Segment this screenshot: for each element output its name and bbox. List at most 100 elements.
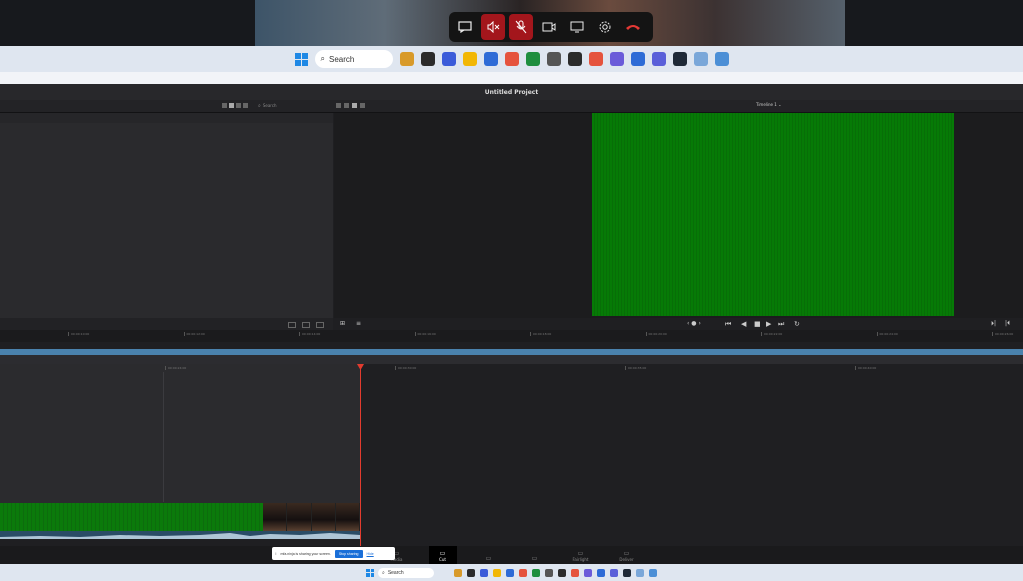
playhead-line[interactable] [360, 364, 361, 546]
taskbar-app-icon[interactable] [462, 52, 477, 66]
list-toggle-icon[interactable]: ≡ [356, 320, 361, 327]
page-tab-cut[interactable]: ▭ Cut [428, 546, 457, 564]
taskbar-app-icon[interactable] [714, 52, 729, 66]
taskbar-app-icon[interactable] [480, 568, 488, 577]
ruler-timecode: 00:00:35:00 [625, 366, 646, 370]
taskbar-search-box[interactable]: ⌕ Search [314, 50, 393, 68]
audio-waveform-track[interactable] [0, 531, 360, 539]
timeline-empty-area[interactable] [360, 364, 1023, 546]
page-tab-fairlight[interactable]: ▭ Fairlight [567, 546, 595, 564]
taskbar-app-icon[interactable] [467, 568, 475, 577]
media-pool-controls [0, 318, 333, 330]
camera-icon[interactable] [537, 14, 561, 40]
hide-link[interactable]: Hide [367, 552, 374, 556]
video-clip-green[interactable] [0, 503, 263, 531]
taskbar-app-icon[interactable] [567, 52, 582, 66]
page-tab-page2[interactable]: ▭ [475, 546, 503, 564]
strip-view-icon[interactable] [236, 103, 241, 108]
taskbar-search-label: Search [328, 54, 355, 64]
viewer-mode-icon[interactable] [352, 103, 357, 108]
panel-toggle-icon[interactable] [302, 322, 310, 328]
go-to-end-icon[interactable]: ⏭ [778, 320, 784, 329]
transport-controls: ⊞ ≡ ‹ ● › ⏮ ◀ ■ ▶ ⏭ ↻ ⏵| |⏴ [334, 318, 1023, 330]
taskbar-app-icon[interactable] [651, 52, 666, 66]
video-clip-thumbnails[interactable] [263, 503, 360, 531]
search-icon: ⌕ [382, 569, 385, 576]
hang-up-icon[interactable] [621, 14, 645, 40]
taskbar-app-icon[interactable] [454, 568, 462, 577]
taskbar-app-icon[interactable] [545, 568, 553, 577]
ruler-timecode: 00:00:26:00 [992, 332, 1013, 336]
page-tab-deliver[interactable]: ▭ Deliver [613, 546, 641, 564]
lower-timeline-ruler[interactable]: 00:00:24:00 00:00:30:00 00:00:35:00 00:00:4… [0, 364, 1023, 372]
taskbar-app-icon[interactable] [519, 568, 527, 577]
play-icon[interactable]: ▶ [766, 320, 771, 328]
speaker-mute-icon[interactable] [481, 14, 505, 40]
cut-icon: ▭ [439, 550, 446, 557]
taskbar-app-icon[interactable] [649, 568, 657, 577]
panel-toggle-icon[interactable] [316, 322, 324, 328]
go-to-start-icon[interactable]: ⏮ [725, 320, 731, 329]
taskbar-app-icon[interactable] [588, 52, 603, 66]
taskbar-app-icon[interactable] [504, 52, 519, 66]
taskbar-app-icon[interactable] [636, 568, 644, 577]
taskbar-app-icon[interactable] [420, 52, 435, 66]
taskbar-app-icon[interactable] [558, 568, 566, 577]
stop-sharing-button[interactable]: Stop sharing [334, 549, 363, 558]
deliver-icon: ▭ [623, 550, 630, 557]
fusion-icon: ▭ [531, 555, 538, 562]
taskbar-app-icon[interactable] [525, 52, 540, 66]
list-view-icon[interactable] [222, 103, 227, 108]
grid-view-icon[interactable] [229, 103, 234, 108]
taskbar-app-icon[interactable] [532, 568, 540, 577]
panel-toggle-icon[interactable] [288, 322, 296, 328]
taskbar-app-icon[interactable] [399, 52, 414, 66]
trim-mode-icon[interactable]: ⊞ [340, 320, 345, 327]
share-screen-icon[interactable] [565, 14, 589, 40]
chat-icon[interactable] [453, 14, 477, 40]
taskbar-app-icon[interactable] [483, 52, 498, 66]
settings-icon[interactable] [593, 14, 617, 40]
jog-control-icon[interactable]: ‹ ● › [687, 320, 701, 327]
taskbar-app-icon[interactable] [693, 52, 708, 66]
clip-thumbnail [263, 503, 288, 531]
mark-out-icon[interactable]: |⏴ [1005, 320, 1010, 328]
windows-start-icon[interactable] [366, 568, 374, 577]
clip-edit-point [163, 372, 164, 502]
taskbar-app-icon[interactable] [623, 568, 631, 577]
loop-icon[interactable]: ↻ [794, 320, 800, 328]
taskbar-search-label: Search [387, 569, 404, 576]
upper-timeline-ruler[interactable]: 00:00:10:00 00:00:12:00 00:00:14:00 00:00:1… [0, 330, 1023, 342]
metadata-view-icon[interactable] [243, 103, 248, 108]
share-message: mfa.ninja is sharing your screen. [280, 551, 331, 556]
windows-start-icon[interactable] [294, 52, 308, 66]
mic-mute-icon[interactable] [509, 14, 533, 40]
taskbar-app-icon[interactable] [672, 52, 687, 66]
viewer-mode-icon[interactable] [336, 103, 341, 108]
taskbar-app-icon[interactable] [546, 52, 561, 66]
taskbar-app-icon[interactable] [571, 568, 579, 577]
play-reverse-icon[interactable]: ◀ [741, 320, 746, 328]
taskbar-app-icon[interactable] [610, 568, 618, 577]
taskbar-app-icon[interactable] [597, 568, 605, 577]
viewer-mode-icon[interactable] [360, 103, 365, 108]
info-icon: ‖ [275, 551, 277, 556]
screen-share-notice: ‖ mfa.ninja is sharing your screen. Stop… [272, 547, 395, 560]
taskbar-app-icon[interactable] [506, 568, 514, 577]
mark-in-icon[interactable]: ⏵| [991, 320, 996, 328]
taskbar-app-icon[interactable] [630, 52, 645, 66]
ruler-timecode: 00:00:10:00 [68, 332, 89, 336]
media-search-label: Search [262, 103, 277, 108]
page-tab-page3[interactable]: ▭ [521, 546, 549, 564]
timeline-selector[interactable]: Timeline 1 ⌄ [756, 102, 796, 109]
media-pool-panel[interactable] [0, 113, 333, 318]
taskbar-app-icon[interactable] [584, 568, 592, 577]
taskbar-app-icon[interactable] [493, 568, 501, 577]
viewer-mode-icon[interactable] [344, 103, 349, 108]
taskbar-search-box[interactable]: ⌕ Search [378, 567, 434, 578]
stop-icon[interactable]: ■ [754, 320, 761, 328]
taskbar-app-icon[interactable] [609, 52, 624, 66]
taskbar-app-icon[interactable] [441, 52, 456, 66]
timeline-name: Timeline 1 [756, 102, 777, 107]
media-search[interactable]: ⌕ Search [258, 102, 308, 109]
